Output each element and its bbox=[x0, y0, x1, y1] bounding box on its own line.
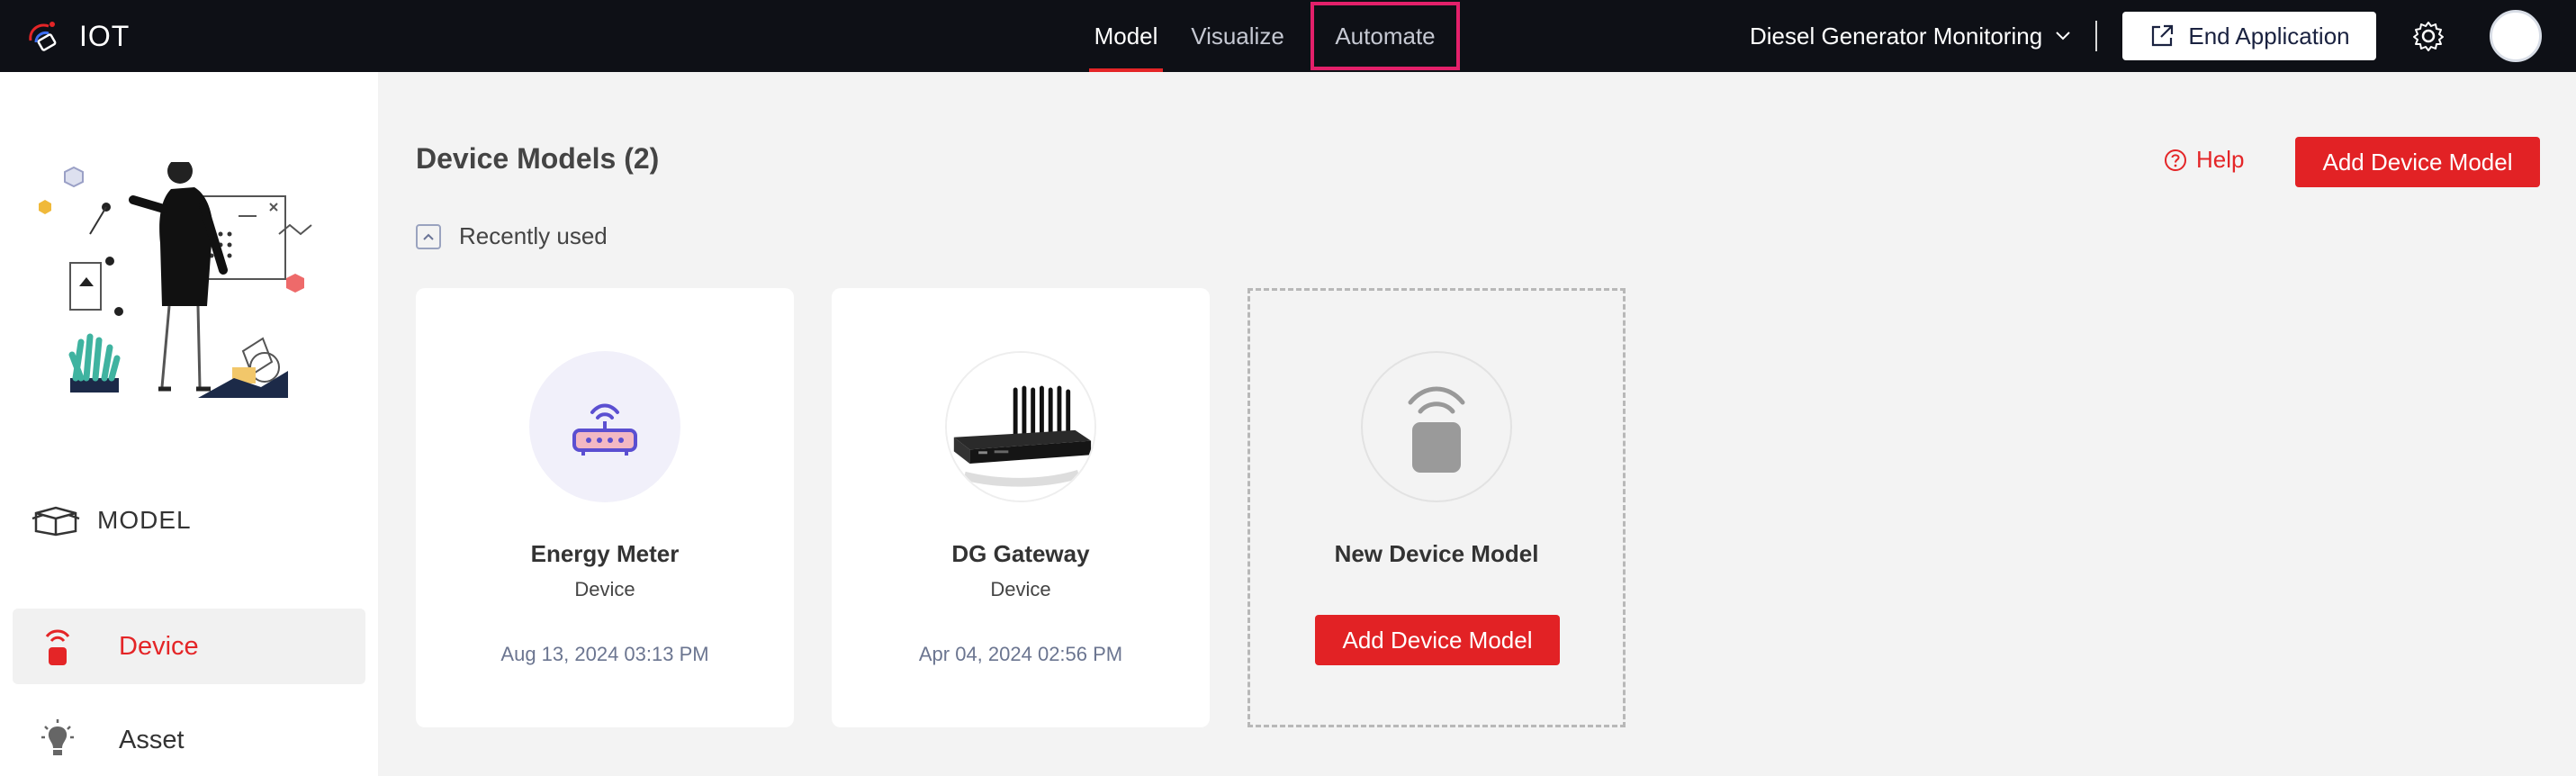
end-application-button[interactable]: End Application bbox=[2122, 12, 2376, 60]
sidebar-item-asset[interactable]: Asset bbox=[13, 702, 365, 776]
box-icon bbox=[32, 506, 80, 537]
avatar[interactable] bbox=[2490, 10, 2542, 62]
help-link[interactable]: Help bbox=[2164, 146, 2244, 174]
chevron-up-icon bbox=[416, 223, 441, 249]
device-model-card[interactable]: Energy Meter Device Aug 13, 2024 03:13 P… bbox=[416, 288, 794, 727]
brand[interactable]: IOT bbox=[23, 14, 130, 58]
page-title: Device Models (2) bbox=[416, 142, 660, 175]
tab-model[interactable]: Model bbox=[1076, 0, 1175, 72]
illustration-person-icon bbox=[39, 162, 312, 398]
card-type: Device bbox=[574, 578, 635, 600]
new-card-name: New Device Model bbox=[1334, 540, 1539, 567]
iot-logo-icon bbox=[29, 22, 57, 51]
card-add-device-model-button[interactable]: Add Device Model bbox=[1315, 615, 1560, 665]
gateway-device-image bbox=[945, 351, 1096, 502]
router-icon bbox=[529, 351, 680, 502]
top-bar: IOT Model Visualize Automate Diesel Gene… bbox=[0, 0, 2576, 72]
new-device-model-card[interactable]: New Device Model Add Device Model bbox=[1247, 288, 1626, 727]
card-name: DG Gateway bbox=[951, 540, 1090, 567]
recently-used-toggle[interactable]: Recently used bbox=[416, 222, 608, 250]
main-nav: Model Visualize Automate bbox=[1076, 0, 1460, 72]
tab-automate[interactable]: Automate bbox=[1311, 2, 1460, 70]
help-label: Help bbox=[2196, 146, 2245, 173]
card-date: Apr 04, 2024 02:56 PM bbox=[918, 643, 1123, 665]
recently-used-label: Recently used bbox=[459, 222, 608, 249]
card-type: Device bbox=[990, 578, 1051, 600]
model-section-label: MODEL bbox=[97, 506, 192, 534]
user-avatar-icon bbox=[2498, 22, 2534, 58]
lightbulb-icon bbox=[31, 713, 85, 767]
end-application-label: End Application bbox=[2188, 22, 2350, 50]
app-name: IOT bbox=[79, 19, 131, 52]
external-link-icon bbox=[2152, 24, 2174, 47]
device-icon bbox=[31, 619, 85, 673]
card-date: Aug 13, 2024 03:13 PM bbox=[500, 643, 709, 665]
application-name: Diesel Generator Monitoring bbox=[1750, 22, 2043, 50]
gear-icon[interactable] bbox=[2410, 18, 2446, 54]
device-placeholder-icon bbox=[1361, 351, 1512, 502]
model-section-heading: MODEL bbox=[31, 504, 192, 537]
add-device-model-button[interactable]: Add Device Model bbox=[2295, 137, 2540, 187]
chevron-down-icon bbox=[2056, 32, 2070, 41]
sidebar-item-label: Device bbox=[119, 631, 199, 661]
header-divider bbox=[2095, 21, 2097, 51]
tab-visualize[interactable]: Visualize bbox=[1188, 0, 1287, 72]
sidebar-item-device[interactable]: Device bbox=[13, 609, 365, 684]
device-model-card[interactable]: DG Gateway Device Apr 04, 2024 02:56 PM bbox=[832, 288, 1210, 727]
sidebar-item-label: Asset bbox=[119, 725, 185, 754]
application-selector[interactable]: Diesel Generator Monitoring bbox=[1750, 0, 2071, 72]
sidebar: MODEL Device Asset bbox=[0, 72, 378, 776]
help-icon bbox=[2165, 149, 2186, 171]
card-name: Energy Meter bbox=[530, 540, 680, 567]
